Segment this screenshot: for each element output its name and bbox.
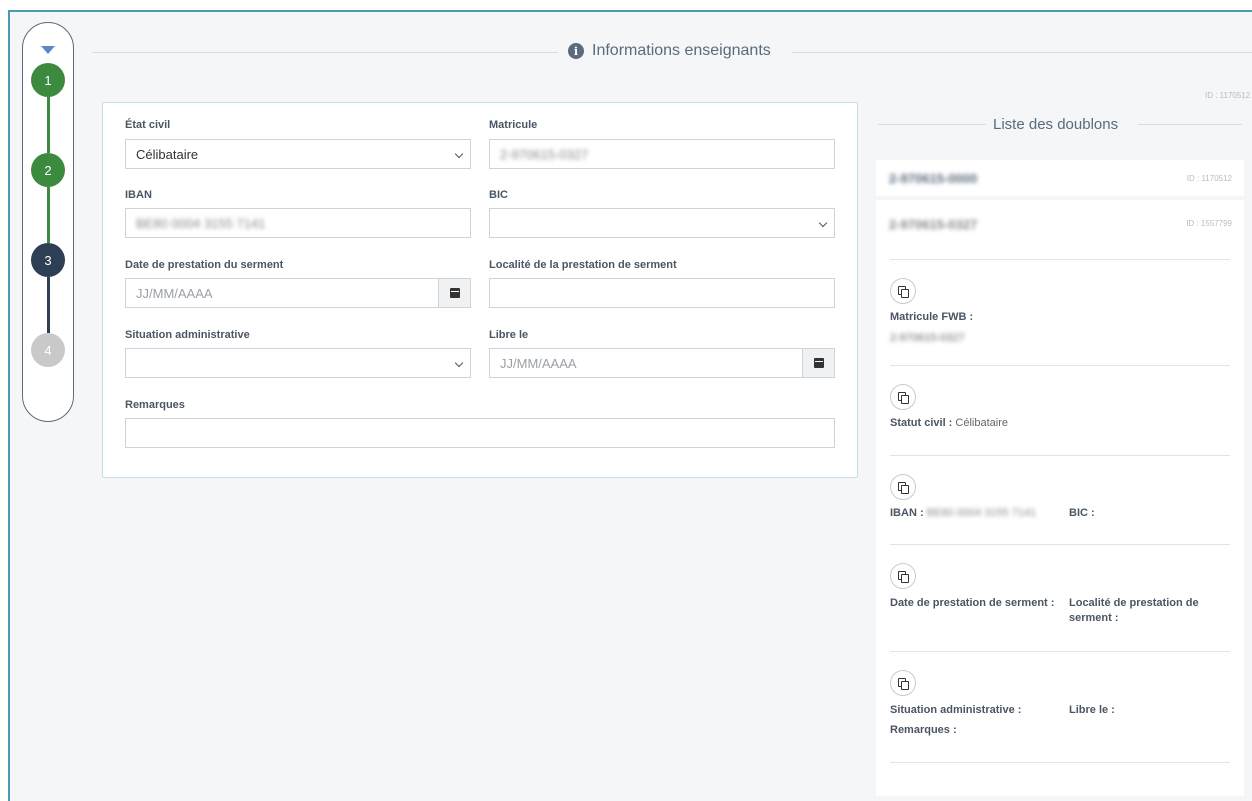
etat-civil-value: Célibataire	[136, 146, 199, 162]
step-connector	[47, 187, 50, 243]
iban-label: IBAN	[125, 189, 152, 201]
duplicate-id: ID : 1170512	[1186, 174, 1232, 183]
libre-le-input[interactable]: JJ/MM/AAAA	[489, 348, 835, 378]
step-3[interactable]: 3	[31, 243, 65, 277]
title-divider	[792, 52, 1252, 53]
divider	[890, 365, 1230, 366]
localite-serment-input[interactable]	[489, 278, 835, 308]
copy-statut-button[interactable]	[890, 384, 916, 410]
copy-icon	[898, 285, 909, 298]
duplicates-divider	[878, 124, 986, 125]
date-serment-label: Date de prestation du serment	[125, 259, 284, 271]
chevron-down-icon	[454, 149, 464, 159]
remarques-detail-label: Remarques :	[890, 724, 957, 736]
date-serment-detail-label: Date de prestation de serment :	[890, 597, 1055, 609]
duplicate-detail: 2-970615-0327 ID : 1557799 Matricule FWB…	[876, 200, 1244, 796]
copy-icon	[898, 481, 909, 494]
section-title: i Informations enseignants	[568, 42, 771, 60]
copy-icon	[898, 677, 909, 690]
chevron-down-icon	[818, 218, 828, 228]
stepper: 1 2 3 4	[22, 22, 74, 422]
iban-value: BE80 0004 3155 7141	[136, 215, 266, 231]
duplicate-matricule: 2-970615-0000	[889, 171, 978, 186]
libre-le-calendar-button[interactable]	[802, 349, 834, 377]
localite-serment-label: Localité de la prestation de serment	[489, 259, 677, 271]
matricule-fwb-value: 2-970615-0327	[890, 332, 965, 344]
remarques-label: Remarques	[125, 399, 185, 411]
copy-iban-button[interactable]	[890, 474, 916, 500]
step-1[interactable]: 1	[31, 63, 65, 97]
iban-input[interactable]: BE80 0004 3155 7141	[125, 208, 471, 238]
bic-select[interactable]	[489, 208, 835, 238]
matricule-input[interactable]: 2-970615-0327	[489, 139, 835, 169]
statut-civil-label: Statut civil :	[890, 417, 953, 429]
divider	[890, 259, 1230, 260]
duplicates-title: Liste des doublons	[993, 116, 1119, 133]
copy-icon	[898, 570, 909, 583]
date-serment-input[interactable]: JJ/MM/AAAA	[125, 278, 471, 308]
matricule-value: 2-970615-0327	[500, 146, 589, 162]
calendar-icon	[449, 288, 460, 298]
step-4[interactable]: 4	[31, 333, 65, 367]
title-divider	[92, 52, 558, 53]
divider	[890, 762, 1230, 763]
situation-admin-label: Situation administrative	[125, 329, 250, 341]
step-2[interactable]: 2	[31, 153, 65, 187]
calendar-icon	[813, 358, 824, 368]
remarques-input[interactable]	[125, 418, 835, 448]
etat-civil-select[interactable]: Célibataire	[125, 139, 471, 169]
duplicate-matricule: 2-970615-0327	[889, 217, 978, 232]
collapse-chevron-icon[interactable]	[41, 46, 55, 54]
matricule-fwb-label: Matricule FWB :	[890, 311, 974, 323]
bic-detail-label: BIC :	[1069, 507, 1095, 519]
copy-icon	[898, 391, 909, 404]
duplicate-id: ID : 1557799	[1186, 219, 1232, 228]
divider	[890, 651, 1230, 652]
iban-detail-label: IBAN :	[890, 507, 924, 519]
info-icon: i	[568, 43, 584, 59]
section-title-text: Informations enseignants	[592, 42, 771, 59]
copy-serment-button[interactable]	[890, 563, 916, 589]
divider	[890, 455, 1230, 456]
statut-civil: Statut civil : Célibataire	[890, 416, 1008, 431]
date-serment-calendar-button[interactable]	[438, 279, 470, 307]
situation-admin-detail-label: Situation administrative :	[890, 704, 1022, 716]
libre-le-label: Libre le	[489, 329, 529, 341]
divider	[890, 544, 1230, 545]
matricule-label: Matricule	[489, 119, 538, 131]
libre-le-detail-label: Libre le :	[1069, 704, 1115, 716]
libre-le-placeholder: JJ/MM/AAAA	[500, 355, 577, 371]
situation-admin-select[interactable]	[125, 348, 471, 378]
chevron-down-icon	[454, 358, 464, 368]
iban-detail: IBAN : BE80 0004 3155 7141	[890, 506, 1036, 521]
copy-matricule-button[interactable]	[890, 278, 916, 304]
copy-situation-button[interactable]	[890, 670, 916, 696]
step-connector	[47, 277, 50, 333]
duplicate-row[interactable]: 2-970615-0000 ID : 1170512	[876, 160, 1244, 196]
iban-detail-value: BE80 0004 3155 7141	[926, 507, 1037, 519]
localite-serment-detail-label: Localité de prestation de serment :	[1069, 597, 1199, 624]
statut-civil-value: Célibataire	[955, 417, 1008, 429]
duplicates-divider	[1138, 124, 1242, 125]
etat-civil-label: État civil	[125, 119, 171, 131]
bic-label: BIC	[489, 189, 508, 201]
record-id: ID : 1170512	[1205, 91, 1251, 100]
teacher-form-card: État civil Célibataire Matricule 2-97061…	[102, 102, 858, 478]
date-serment-placeholder: JJ/MM/AAAA	[136, 285, 213, 301]
step-connector	[47, 97, 50, 153]
